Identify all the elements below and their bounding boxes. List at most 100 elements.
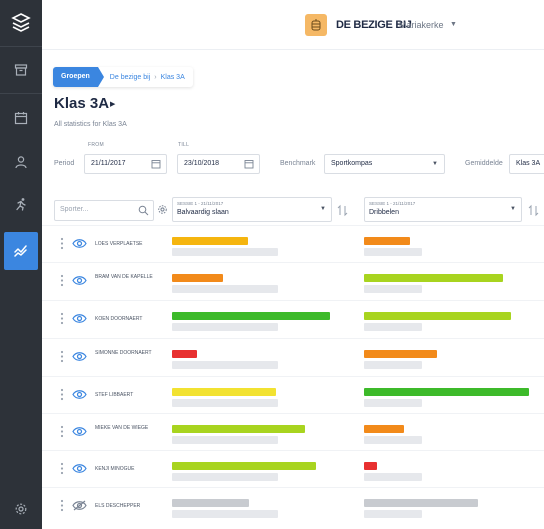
benchmark-bar: [172, 510, 278, 518]
column-1-skill: Balvaardig slaan: [177, 209, 229, 216]
average-label: Gemiddelde: [465, 160, 503, 167]
calendar-icon[interactable]: [151, 159, 161, 169]
table-row: MIEKE VAN DE WIEGE: [42, 413, 544, 450]
athlete-name[interactable]: ELS DESCHEPPER: [95, 503, 165, 510]
athlete-name[interactable]: BRAM VAN DE KAPELLE: [95, 274, 165, 281]
eye-off-icon[interactable]: [72, 500, 87, 511]
sidebar-item-archive[interactable]: [0, 50, 42, 90]
average-value: Klas 3A: [516, 160, 541, 167]
breadcrumb-school[interactable]: De bezige bij: [98, 74, 154, 81]
column-2-skill: Dribbelen: [369, 209, 399, 216]
runner-icon: [16, 198, 26, 211]
page-title: Klas 3A: [54, 95, 110, 112]
eye-icon[interactable]: [72, 275, 87, 286]
school-dropdown-caret-icon[interactable]: ▼: [450, 21, 457, 28]
breadcrumb-groups[interactable]: Groepen: [53, 67, 104, 87]
sidebar-item-person[interactable]: [0, 142, 42, 182]
athlete-name[interactable]: KENJI MINOGUE: [95, 466, 165, 473]
score-bar: [364, 237, 410, 245]
sort-icon[interactable]: [528, 204, 539, 217]
athlete-name[interactable]: STEF LIBBAERT: [95, 392, 165, 399]
breadcrumb-current: Klas 3A: [160, 73, 185, 81]
score-bar: [364, 274, 503, 282]
table-row: KENJI MINOGUE: [42, 450, 544, 487]
athlete-search-input[interactable]: Sporter...: [54, 200, 154, 221]
eye-icon[interactable]: [72, 238, 87, 249]
drag-handle-icon[interactable]: [60, 425, 64, 438]
average-select[interactable]: Klas 3A: [509, 154, 544, 174]
period-label: Period: [54, 160, 75, 167]
benchmark-bar: [172, 361, 278, 369]
benchmark-value: Sportkompas: [331, 160, 373, 167]
eye-icon[interactable]: [72, 389, 87, 400]
sort-icon[interactable]: [337, 204, 348, 217]
till-date-input[interactable]: 23/10/2018: [177, 154, 260, 174]
settings-icon[interactable]: [157, 204, 168, 215]
calendar-icon[interactable]: [244, 159, 254, 169]
from-date-input[interactable]: 21/11/2017: [84, 154, 167, 174]
table-row: LOES VERPLAETSE: [42, 225, 544, 262]
from-date-value: 21/11/2017: [91, 160, 126, 167]
sidebar-item-runner[interactable]: [0, 184, 42, 224]
athlete-name[interactable]: KOEN DOORNAERT: [95, 316, 165, 323]
score-bar: [172, 425, 305, 433]
benchmark-bar: [364, 399, 422, 407]
archive-icon: [14, 64, 28, 76]
eye-icon[interactable]: [72, 426, 87, 437]
drag-handle-icon[interactable]: [60, 237, 64, 250]
benchmark-bar: [172, 399, 278, 407]
score-bar: [172, 462, 316, 470]
score-bar: [364, 425, 404, 433]
score-bar: [172, 237, 248, 245]
column-1-selector[interactable]: SESSIE 1 - 21/11/2017 Balvaardig slaan ▼: [172, 197, 332, 222]
athlete-name[interactable]: MIEKE VAN DE WIEGE: [95, 425, 165, 432]
school-logo: [305, 14, 327, 36]
drag-handle-icon[interactable]: [60, 312, 64, 325]
search-icon: [138, 205, 149, 216]
sidebar-item-statistics[interactable]: [4, 232, 38, 270]
sidebar-item-settings[interactable]: [0, 489, 42, 529]
drag-handle-icon[interactable]: [60, 499, 64, 512]
calendar-icon: [14, 112, 28, 125]
sidebar-item-calendar[interactable]: [0, 98, 42, 138]
chevron-down-icon: ▼: [320, 206, 326, 212]
drag-handle-icon[interactable]: [60, 388, 64, 401]
table-row: KOEN DOORNAERT: [42, 300, 544, 337]
benchmark-bar: [172, 436, 278, 444]
benchmark-bar: [172, 323, 278, 331]
eye-icon[interactable]: [72, 313, 87, 324]
column-2-selector[interactable]: SESSIE 1 - 21/11/2017 Dribbelen ▼: [364, 197, 522, 222]
athlete-name[interactable]: LOES VERPLAETSE: [95, 241, 165, 248]
from-label: FROM: [88, 142, 104, 148]
benchmark-select[interactable]: Sportkompas ▼: [324, 154, 445, 174]
page-subtitle: All statistics for Klas 3A: [54, 121, 127, 128]
drag-handle-icon[interactable]: [60, 350, 64, 363]
score-bar: [364, 499, 478, 507]
table-row: BRAM VAN DE KAPELLE: [42, 262, 544, 299]
benchmark-bar: [364, 361, 422, 369]
stats-chart-icon: [14, 245, 27, 257]
benchmark-bar: [364, 473, 422, 481]
eye-icon[interactable]: [72, 463, 87, 474]
benchmark-bar: [172, 285, 278, 293]
benchmark-label: Benchmark: [280, 160, 316, 167]
athlete-name[interactable]: SIMONNE DOORNAERT: [95, 350, 165, 357]
drag-handle-icon[interactable]: [60, 274, 64, 287]
sidebar-divider: [0, 93, 42, 94]
title-dropdown-caret-icon[interactable]: ▶: [110, 100, 115, 108]
eye-icon[interactable]: [72, 351, 87, 362]
bee-hive-icon: [311, 19, 321, 31]
school-location[interactable]: Mariakerke: [399, 20, 444, 30]
column-1-session: SESSIE 1 - 21/11/2017: [177, 201, 224, 206]
benchmark-bar: [364, 436, 422, 444]
table-row: STEF LIBBAERT: [42, 376, 544, 413]
chevron-down-icon: ▼: [510, 206, 516, 212]
column-2-session: SESSIE 1 - 21/11/2017: [369, 201, 416, 206]
sidebar: [0, 0, 42, 529]
drag-handle-icon[interactable]: [60, 462, 64, 475]
search-placeholder: Sporter...: [60, 206, 89, 213]
benchmark-bar: [364, 510, 422, 518]
app-logo[interactable]: [0, 0, 42, 46]
score-bar: [364, 350, 437, 358]
score-bar: [364, 312, 511, 320]
